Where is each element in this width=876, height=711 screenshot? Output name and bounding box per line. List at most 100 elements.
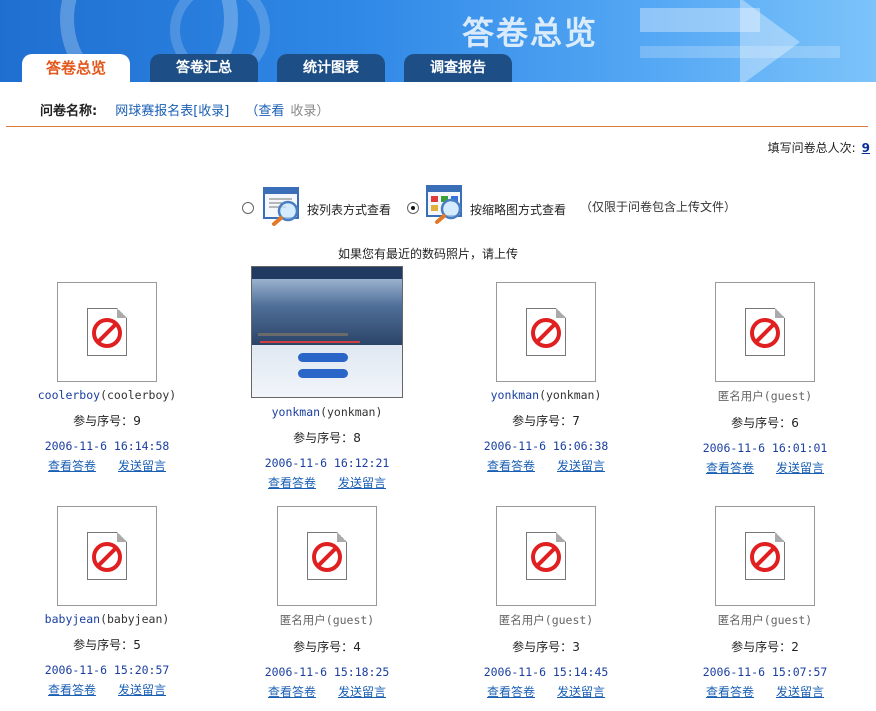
respondent-id: (guest) bbox=[763, 613, 813, 627]
total-responses-label: 填写问卷总人次: bbox=[767, 141, 856, 155]
thumbnail-view-radio[interactable] bbox=[407, 202, 419, 214]
photo-detail bbox=[258, 333, 348, 336]
file-thumbnail[interactable] bbox=[715, 282, 815, 382]
respondent-id: (guest) bbox=[763, 389, 813, 403]
photo-detail bbox=[252, 267, 402, 279]
file-thumbnail[interactable] bbox=[57, 282, 157, 382]
sequence-number: 3 bbox=[572, 640, 580, 654]
thumbnail-view-note: （仅限于问卷包含上传文件） bbox=[580, 200, 737, 214]
header-banner: 答卷总览 答卷总览 答卷汇总 统计图表 调查报告 bbox=[0, 0, 876, 82]
sequence-number: 7 bbox=[572, 414, 580, 428]
tab-overview[interactable]: 答卷总览 bbox=[22, 54, 130, 82]
view-questionnaire-link[interactable]: （查看 bbox=[245, 104, 284, 119]
respondent: 匿名用户(guest) bbox=[247, 612, 407, 628]
document-icon bbox=[307, 532, 347, 580]
file-thumbnail[interactable] bbox=[715, 506, 815, 606]
respondent-id: (yonkman) bbox=[320, 405, 383, 419]
file-thumbnail[interactable] bbox=[496, 506, 596, 606]
divider bbox=[6, 126, 868, 127]
thumbnail-view-label[interactable]: 按缩略图方式查看 bbox=[470, 201, 566, 218]
card-actions: 查看答卷 发送留言 bbox=[685, 683, 845, 700]
respondent: 匿名用户(guest) bbox=[685, 612, 845, 628]
send-message-link[interactable]: 发送留言 bbox=[118, 459, 166, 473]
list-view-label[interactable]: 按列表方式查看 bbox=[307, 201, 391, 218]
file-thumbnail[interactable] bbox=[57, 506, 157, 606]
total-responses: 填写问卷总人次: 9 bbox=[768, 139, 870, 156]
send-message-link[interactable]: 发送留言 bbox=[338, 476, 386, 490]
sequence-row: 参与序号：6 bbox=[685, 414, 845, 431]
tab-summary[interactable]: 答卷汇总 bbox=[150, 54, 258, 82]
upload-note: 如果您有最近的数码照片，请上传 bbox=[338, 247, 519, 261]
sequence-row: 参与序号：5 bbox=[27, 636, 187, 653]
card-actions: 查看答卷 发送留言 bbox=[466, 457, 626, 474]
send-message-link[interactable]: 发送留言 bbox=[776, 685, 824, 699]
respondent-name: 匿名用户 bbox=[717, 389, 764, 403]
view-answer-link[interactable]: 查看答卷 bbox=[706, 685, 754, 699]
view-answer-link[interactable]: 查看答卷 bbox=[706, 461, 754, 475]
document-icon bbox=[526, 532, 566, 580]
sequence-row: 参与序号：8 bbox=[247, 429, 407, 446]
file-thumbnail[interactable] bbox=[496, 282, 596, 382]
submit-time: 2006-11-6 15:14:45 bbox=[483, 665, 609, 679]
tab-report[interactable]: 调查报告 bbox=[404, 54, 512, 82]
collect-text: 收录） bbox=[290, 104, 330, 119]
sequence-label: 参与序号： bbox=[731, 640, 792, 654]
response-card: babyjean(babyjean) 参与序号：5 2006-11-6 15:20:… bbox=[27, 506, 187, 698]
no-image-icon bbox=[750, 318, 780, 348]
no-image-icon bbox=[92, 542, 122, 572]
respondent: 匿名用户(guest) bbox=[466, 612, 626, 628]
submit-time: 2006-11-6 16:14:58 bbox=[44, 439, 170, 453]
send-message-link[interactable]: 发送留言 bbox=[776, 461, 824, 475]
sequence-label: 参与序号： bbox=[73, 638, 134, 652]
questionnaire-name[interactable]: 网球赛报名表[收录] bbox=[115, 104, 229, 119]
send-message-link[interactable]: 发送留言 bbox=[557, 459, 605, 473]
card-actions: 查看答卷 发送留言 bbox=[247, 683, 407, 700]
list-view-radio[interactable] bbox=[242, 202, 254, 214]
submit-time: 2006-11-6 16:01:01 bbox=[702, 441, 828, 455]
respondent-id: (guest) bbox=[325, 613, 375, 627]
uploaded-photo-thumbnail[interactable] bbox=[251, 266, 403, 398]
view-answer-link[interactable]: 查看答卷 bbox=[268, 685, 316, 699]
submit-time: 2006-11-6 15:20:57 bbox=[44, 663, 170, 677]
sequence-label: 参与序号： bbox=[73, 414, 134, 428]
send-message-link[interactable]: 发送留言 bbox=[118, 683, 166, 697]
sequence-label: 参与序号： bbox=[512, 414, 573, 428]
banner-arrow-head-decoration bbox=[740, 0, 800, 82]
sequence-number: 8 bbox=[353, 431, 361, 445]
respondent-id: (coolerboy) bbox=[100, 388, 177, 402]
file-thumbnail[interactable] bbox=[277, 506, 377, 606]
view-answer-link[interactable]: 查看答卷 bbox=[268, 476, 316, 490]
sequence-number: 2 bbox=[791, 640, 799, 654]
sequence-label: 参与序号： bbox=[731, 416, 792, 430]
respondent-id: (babyjean) bbox=[100, 612, 170, 626]
questionnaire-name-label: 问卷名称: bbox=[40, 104, 98, 119]
respondent-name[interactable]: babyjean bbox=[45, 612, 100, 626]
view-answer-link[interactable]: 查看答卷 bbox=[487, 685, 535, 699]
respondent-name[interactable]: yonkman bbox=[272, 405, 320, 419]
view-answer-link[interactable]: 查看答卷 bbox=[48, 459, 96, 473]
sequence-row: 参与序号：2 bbox=[685, 638, 845, 655]
respondent-id: (yonkman) bbox=[539, 388, 602, 402]
photo-detail bbox=[260, 341, 360, 343]
response-card: 匿名用户(guest) 参与序号：2 2006-11-6 15:07:57 查看答卷 发… bbox=[685, 506, 845, 700]
respondent: 匿名用户(guest) bbox=[685, 388, 845, 404]
send-message-link[interactable]: 发送留言 bbox=[338, 685, 386, 699]
response-card: coolerboy(coolerboy) 参与序号：9 2006-11-6 16:1… bbox=[27, 282, 187, 474]
respondent-name[interactable]: yonkman bbox=[491, 388, 539, 402]
sequence-row: 参与序号：9 bbox=[27, 412, 187, 429]
view-answer-link[interactable]: 查看答卷 bbox=[487, 459, 535, 473]
respondent-id: (guest) bbox=[544, 613, 594, 627]
sequence-number: 5 bbox=[133, 638, 141, 652]
photo-detail bbox=[298, 353, 348, 362]
view-answer-link[interactable]: 查看答卷 bbox=[48, 683, 96, 697]
submit-time: 2006-11-6 15:07:57 bbox=[702, 665, 828, 679]
response-card: 匿名用户(guest) 参与序号：6 2006-11-6 16:01:01 查看答卷 发… bbox=[685, 282, 845, 476]
card-actions: 查看答卷 发送留言 bbox=[27, 681, 187, 698]
no-image-icon bbox=[531, 318, 561, 348]
tab-charts[interactable]: 统计图表 bbox=[277, 54, 385, 82]
send-message-link[interactable]: 发送留言 bbox=[557, 685, 605, 699]
respondent-name[interactable]: coolerboy bbox=[38, 388, 100, 402]
submit-time: 2006-11-6 16:12:21 bbox=[264, 456, 390, 470]
respondent-name: 匿名用户 bbox=[717, 613, 764, 627]
total-responses-count[interactable]: 9 bbox=[862, 141, 870, 155]
